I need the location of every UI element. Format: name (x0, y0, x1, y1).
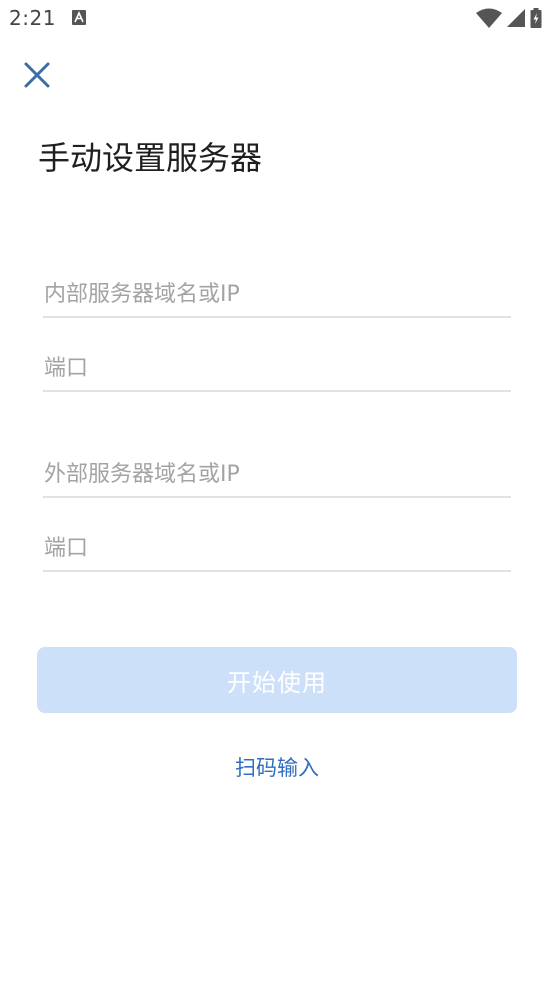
cellular-signal-icon (507, 9, 525, 27)
status-time: 2:21 (9, 6, 56, 30)
status-icons (476, 8, 542, 28)
internal-host-field (43, 272, 512, 318)
wifi-icon (476, 8, 502, 28)
internal-port-field (43, 346, 512, 392)
internal-port-input[interactable] (43, 346, 512, 390)
status-bar: 2:21 (0, 0, 554, 36)
page-title: 手动设置服务器 (38, 139, 263, 177)
external-port-input[interactable] (43, 526, 512, 570)
scan-input-link[interactable]: 扫码输入 (0, 752, 554, 782)
internal-host-input[interactable] (43, 272, 512, 316)
close-button[interactable] (20, 58, 54, 92)
text-a-icon (72, 10, 86, 25)
external-host-input[interactable] (43, 452, 512, 496)
close-icon (24, 62, 50, 88)
start-button[interactable]: 开始使用 (37, 647, 517, 713)
battery-charging-icon (530, 8, 542, 28)
external-port-field (43, 526, 512, 572)
external-host-field (43, 452, 512, 498)
